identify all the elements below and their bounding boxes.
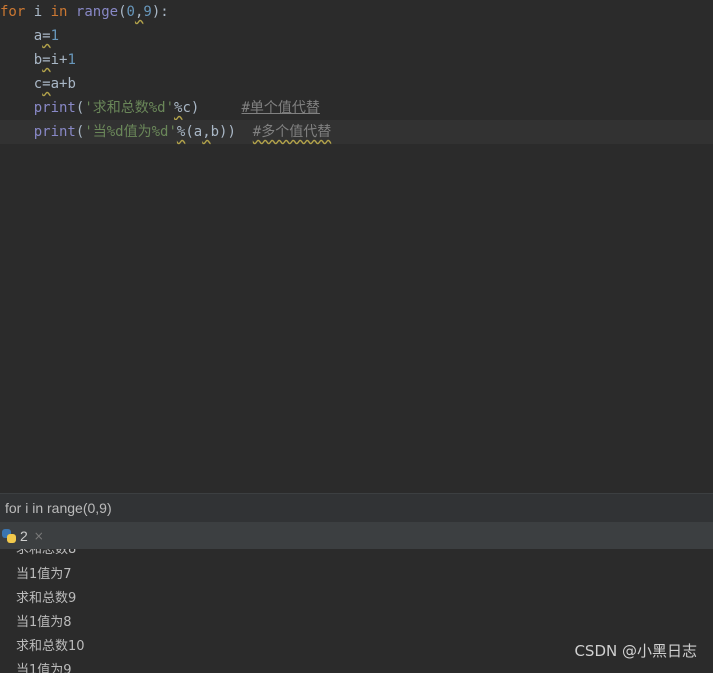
assign-op: = bbox=[42, 76, 51, 92]
var-b: b bbox=[33, 52, 43, 68]
number-1: 1 bbox=[67, 52, 76, 68]
code-line-3[interactable]: b=i+1 bbox=[0, 48, 713, 72]
expr: a+b bbox=[50, 76, 76, 92]
number-9: 9 bbox=[143, 4, 152, 20]
loop-variable: i bbox=[33, 4, 43, 20]
keyword-for: for bbox=[0, 4, 26, 20]
console-line: 当1值为8 bbox=[16, 615, 72, 630]
close-icon[interactable]: × bbox=[34, 529, 44, 543]
code-line-2[interactable]: a=1 bbox=[0, 24, 713, 48]
assign-op: = bbox=[42, 52, 51, 68]
expr: c) bbox=[182, 100, 200, 116]
watermark: CSDN @小黑日志 bbox=[574, 642, 697, 660]
expr: b)) bbox=[210, 124, 236, 140]
var-c: c bbox=[33, 76, 43, 92]
string-literal: '当%d值为%d' bbox=[84, 124, 177, 140]
number-1: 1 bbox=[50, 28, 60, 44]
code-editor[interactable]: for i in range(0,9): a=1 b=i+1 c=a+b pri… bbox=[0, 0, 713, 493]
breadcrumb-label[interactable]: for i in range(0,9) bbox=[5, 500, 112, 516]
comma-warning: , bbox=[202, 124, 211, 140]
code-line-6[interactable]: print('当%d值为%d'%(a,b)) #多个值代替 bbox=[0, 120, 713, 144]
paren-open: ( bbox=[118, 4, 127, 20]
builtin-print: print bbox=[33, 124, 76, 140]
paren-close: ): bbox=[151, 4, 169, 20]
run-tab-bar: 2 × bbox=[0, 522, 713, 550]
builtin-print: print bbox=[33, 100, 76, 116]
console-line: 当1值为7 bbox=[16, 567, 72, 582]
expr: (a bbox=[185, 124, 203, 140]
code-line-1[interactable]: for i in range(0,9): bbox=[0, 0, 713, 24]
code-line-4[interactable]: c=a+b bbox=[0, 72, 713, 96]
code-line-5[interactable]: print('求和总数%d'%c) #单个值代替 bbox=[0, 96, 713, 120]
console-line: 求和总数9 bbox=[16, 591, 77, 606]
string-literal: '求和总数%d' bbox=[84, 100, 175, 116]
run-tab[interactable]: 2 × bbox=[0, 522, 44, 549]
builtin-range: range bbox=[75, 4, 119, 20]
assign-op: = bbox=[42, 28, 51, 44]
comment: #多个值代替 bbox=[252, 124, 332, 140]
comment: #单个值代替 bbox=[241, 100, 320, 116]
expr: i+ bbox=[50, 52, 68, 68]
console-line: 当1值为9 bbox=[16, 663, 72, 673]
number-0: 0 bbox=[126, 4, 135, 20]
run-tab-label: 2 bbox=[20, 527, 28, 544]
console-line: 求和总数8 bbox=[16, 549, 77, 557]
python-icon bbox=[2, 528, 16, 543]
keyword-in: in bbox=[50, 4, 68, 20]
var-a: a bbox=[33, 28, 43, 44]
console-line: 求和总数10 bbox=[16, 639, 85, 654]
breadcrumb[interactable]: for i in range(0,9) bbox=[0, 493, 713, 522]
